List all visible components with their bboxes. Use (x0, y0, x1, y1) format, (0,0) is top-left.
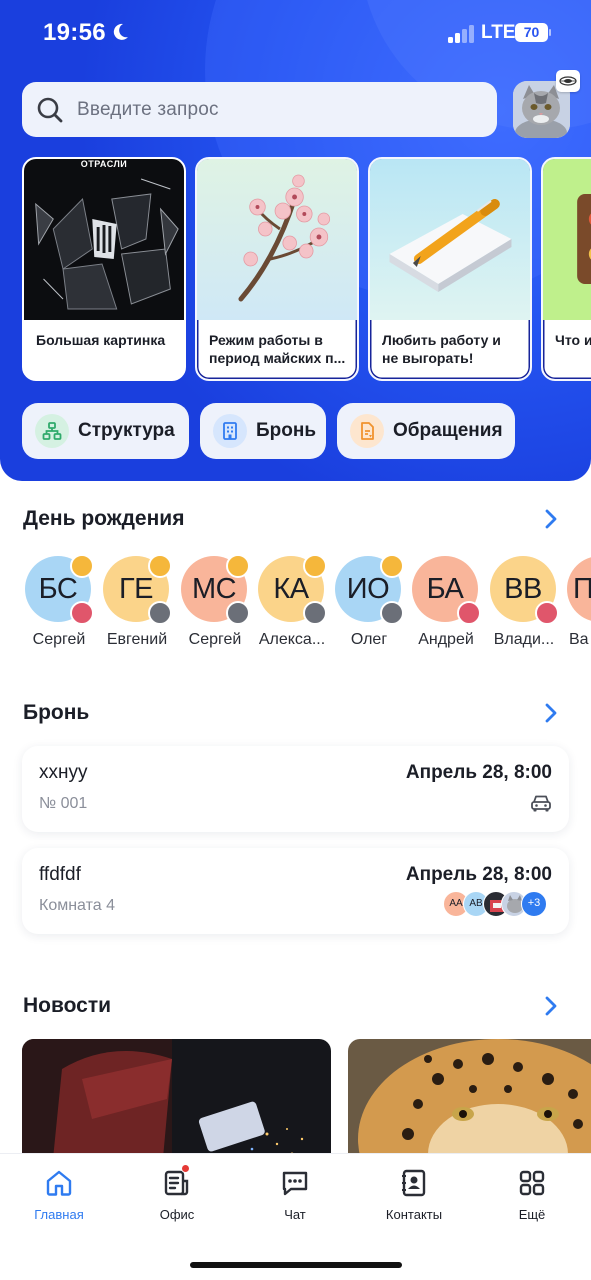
cake-icon (226, 601, 250, 625)
story-image: ОТРАСЛИ (24, 159, 184, 320)
requests-label: Обращения (393, 420, 503, 441)
story-image (543, 159, 591, 320)
birthday-name: Влади... (493, 631, 555, 648)
booking-card[interactable]: ffdfdf Апрель 28, 8:00 Комната 4 АА АВ +… (22, 848, 569, 934)
tab-label: Контакты (385, 1207, 443, 1222)
booking-card[interactable]: xxнуу Апрель 28, 8:00 № 001 (22, 746, 569, 832)
booking-label: Бронь (256, 420, 317, 441)
party-icon (303, 556, 327, 578)
requests-button[interactable]: Обращения (337, 403, 515, 459)
participants: АА АВ +3 (443, 891, 553, 917)
tab-label: Офис (159, 1207, 195, 1222)
story-title: Любить работу и не выгорать! (382, 332, 501, 366)
status-bar: 19:56 LTE 70 (0, 0, 591, 66)
birthday-name: Сергей (32, 631, 86, 648)
tab-label: Чат (284, 1207, 306, 1222)
tab-home[interactable]: Главная (9, 1154, 109, 1234)
contacts-icon (402, 1169, 426, 1197)
booking-chevron-right-icon[interactable] (541, 702, 561, 724)
birthday-name: Ва (569, 631, 589, 648)
cake-icon (380, 601, 404, 625)
story-image (197, 159, 357, 320)
tab-label: Ещё (518, 1207, 546, 1222)
structure-label: Структура (78, 420, 175, 441)
cake-icon (457, 601, 481, 625)
cake-icon (303, 601, 327, 625)
building-icon (213, 414, 247, 448)
moon-icon (113, 23, 128, 40)
search-icon (37, 97, 63, 122)
news-card[interactable] (22, 1039, 331, 1169)
birthdays-title: День рождения (23, 507, 185, 530)
news-chevron-right-icon[interactable] (541, 995, 561, 1017)
party-icon (380, 556, 404, 578)
structure-button[interactable]: Структура (22, 403, 189, 459)
home-icon (46, 1170, 72, 1196)
tab-label: Главная (34, 1207, 84, 1222)
booking-date: Апрель 28, 8:00 (405, 762, 552, 783)
tab-contacts[interactable]: Контакты (364, 1154, 464, 1234)
cake-icon (535, 601, 559, 625)
grid-icon (519, 1170, 545, 1196)
search-input[interactable]: Введите запрос (22, 82, 497, 137)
birthday-name: Сергей (188, 631, 242, 648)
story-kicker: ОТРАСЛИ (80, 159, 128, 169)
home-indicator (190, 1262, 402, 1268)
participants-more-badge: +3 (521, 891, 547, 917)
birthday-name: Олег (350, 631, 388, 648)
party-icon (226, 556, 250, 578)
battery-indicator: 70 (515, 23, 551, 42)
news-title: Новости (23, 994, 112, 1017)
news-card[interactable] (348, 1039, 591, 1169)
network-label: LTE (481, 22, 516, 43)
news-image (348, 1039, 591, 1169)
booking-place: № 001 (39, 795, 88, 812)
birthday-name: Алекса... (258, 631, 326, 648)
birthdays-chevron-right-icon[interactable] (541, 508, 561, 530)
bottom-tab-bar: Главная Офис Чат Контакты Ещё (0, 1153, 591, 1280)
story-title: Что и на ра (555, 332, 591, 348)
app-badge-icon (556, 70, 580, 92)
document-icon (350, 414, 384, 448)
tab-more[interactable]: Ещё (482, 1154, 582, 1234)
party-icon (148, 556, 172, 578)
avatar: П (567, 556, 591, 622)
search-placeholder: Введите запрос (77, 98, 219, 120)
booking-name: xxнуу (39, 762, 88, 783)
birthday-name: Андрей (418, 631, 474, 648)
story-image (370, 159, 530, 320)
tab-chat[interactable]: Чат (245, 1154, 345, 1234)
story-card[interactable]: Что и на ра (541, 157, 591, 381)
stories-carousel[interactable]: ОТРАСЛИ Большая картинка Режим работы в … (22, 157, 591, 381)
story-title: Режим работы в период майских п... (209, 332, 346, 366)
chat-icon (282, 1171, 308, 1196)
booking-date: Апрель 28, 8:00 (405, 864, 552, 885)
status-time: 19:56 (43, 19, 106, 46)
story-title: Большая картинка (36, 332, 166, 348)
booking-title: Бронь (23, 701, 90, 724)
cake-icon (70, 601, 94, 625)
car-icon (531, 795, 551, 812)
structure-icon (35, 414, 69, 448)
battery-level: 70 (515, 23, 548, 42)
battery-cap (549, 29, 551, 36)
hero-panel: 19:56 LTE 70 Введите запрос ОТРАСЛИ Боль… (0, 0, 591, 481)
story-card[interactable]: Режим работы в период майских п... (195, 157, 359, 381)
birthdays-list[interactable]: БС Сергей ГЕ Евгений МС Сергей КА Алекса… (0, 556, 591, 656)
story-card[interactable]: Любить работу и не выгорать! (368, 157, 532, 381)
signal-icon (448, 25, 474, 43)
news-image (22, 1039, 331, 1169)
booking-name: ffdfdf (39, 864, 81, 885)
booking-button[interactable]: Бронь (200, 403, 326, 459)
tab-office[interactable]: Офис (127, 1154, 227, 1234)
notification-dot (181, 1164, 190, 1173)
birthday-name: Евгений (106, 631, 168, 648)
booking-place: Комната 4 (39, 897, 115, 914)
party-icon (70, 556, 94, 578)
story-card[interactable]: ОТРАСЛИ Большая картинка (22, 157, 186, 381)
cake-icon (148, 601, 172, 625)
